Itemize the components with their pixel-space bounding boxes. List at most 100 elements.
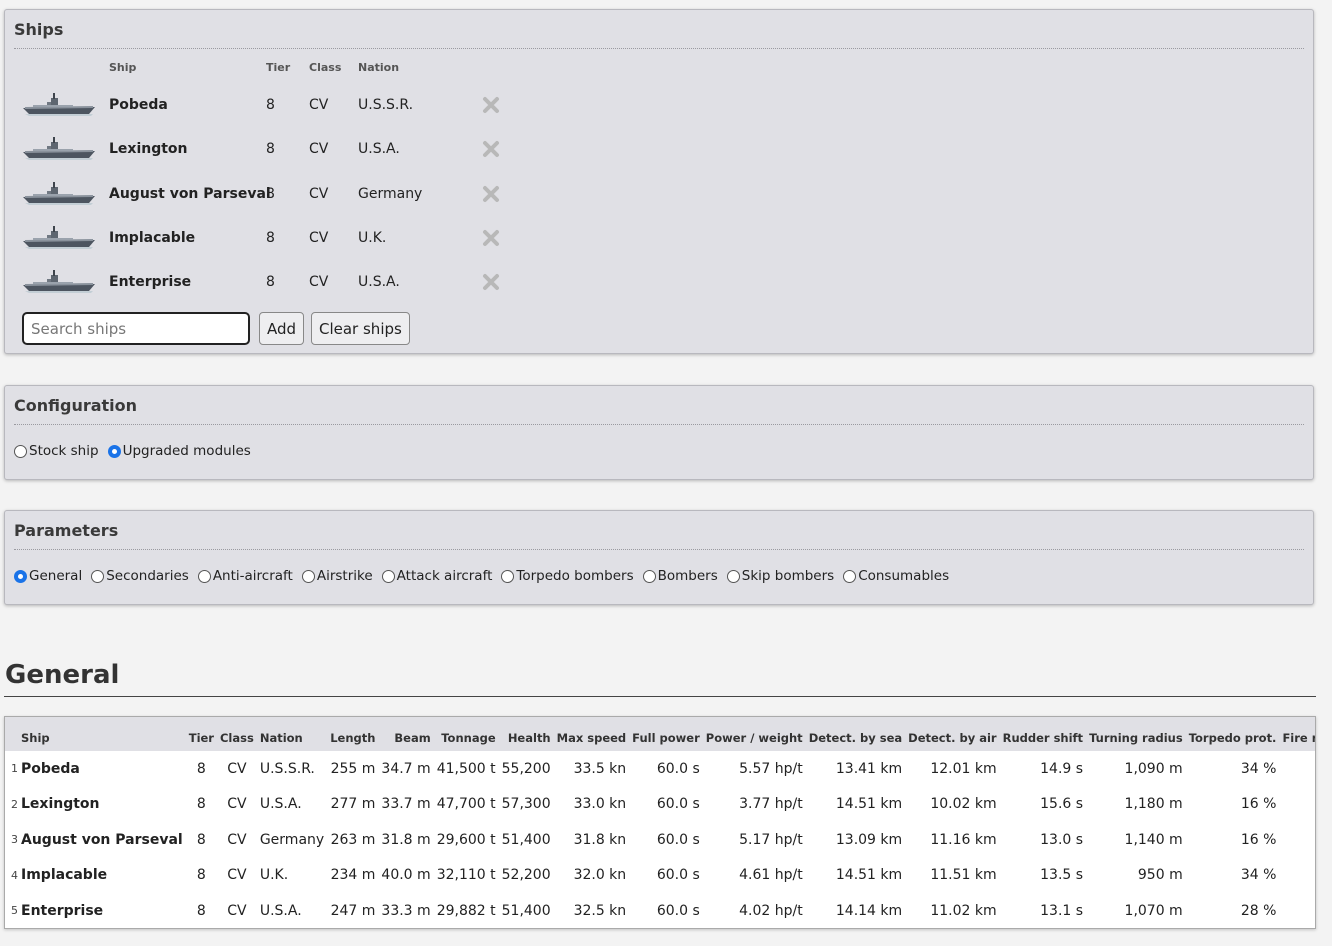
table-cell: 13.09 km [835,831,903,848]
radio-button[interactable] [91,569,105,583]
column-header-max-speed[interactable]: Max speed [554,717,630,751]
radio-label: Skip bombers [741,568,835,584]
radio-label: Consumables [858,568,950,584]
table-cell: 20 % [1279,858,1315,894]
column-header-torpedo-prot[interactable]: Torpedo prot. [1186,717,1280,751]
table-row: 3 August von Parseval 8 CV Germany 263 m 31.8 … [5,822,1315,858]
param-option-secondaries[interactable]: Secondaries [91,568,189,584]
radio-label: Secondaries [106,568,189,584]
table-cell: 41,500 t [436,760,496,777]
table-cell: 10.02 km [930,796,997,813]
table-cell: U.S.A. [259,902,302,919]
ship-nation: U.S.A. [358,274,400,291]
column-header-full-power[interactable]: Full power [629,717,703,751]
remove-ship-button[interactable] [481,228,501,248]
radio-button[interactable] [107,444,121,458]
ship-class: CV [309,141,329,158]
table-cell: 14.51 km [835,867,903,884]
radio-button[interactable] [197,569,211,583]
column-header-detect-by-sea[interactable]: Detect. by sea [806,717,905,751]
param-option-bombers[interactable]: Bombers [642,568,718,584]
column-header-nation[interactable]: Nation [257,717,327,751]
ship-tier: 8 [266,274,275,291]
table-cell: 8 [196,902,206,919]
param-option-consumables[interactable]: Consumables [843,568,949,584]
table-cell: U.S.S.R. [259,760,315,777]
header-nation: Nation [358,61,400,74]
radio-button[interactable] [843,569,857,583]
table-row: 1 Pobeda 8 CV U.S.S.R. 255 m 34.7 m 41,500 t 55,… [5,751,1315,787]
param-option-general[interactable]: General [14,568,82,584]
remove-ship-button[interactable] [481,272,501,292]
radio-button[interactable] [642,569,656,583]
table-cell: 1,070 m [1124,902,1183,919]
column-header-health[interactable]: Health [499,717,554,751]
parameters-panel-title: Parameters [14,521,119,540]
general-table-container: Ship Tier Class Nation Length Beam Tonnage Heal… [4,716,1316,929]
table-cell: CV [227,760,247,777]
table-cell: 13.1 s [1040,902,1084,919]
close-x-icon [481,141,501,163]
ship-tier: 8 [266,185,275,202]
parameters-panel: Parameters General Secondaries Anti-airc… [4,510,1314,605]
table-cell: Pobeda [21,760,80,777]
column-header-tonnage[interactable]: Tonnage [434,717,499,751]
clear-ships-button[interactable]: Clear ships [311,312,410,345]
table-cell: 1,140 m [1124,831,1183,848]
config-option-upgraded-modules[interactable]: Upgraded modules [107,443,251,459]
table-cell: 29,882 t [436,902,496,919]
search-ships-input[interactable] [22,312,250,345]
radio-label: General [29,568,83,584]
radio-button[interactable] [381,569,395,583]
column-header-detect-by-air[interactable]: Detect. by air [905,717,999,751]
param-option-skip-bombers[interactable]: Skip bombers [726,568,835,584]
table-row: 5 Enterprise 8 CV U.S.A. 247 m 33.3 m 29,882 t 5… [5,893,1315,928]
close-x-icon [481,185,501,208]
param-option-anti-aircraft[interactable]: Anti-aircraft [197,568,293,584]
radio-button[interactable] [301,569,315,583]
table-cell: CV [227,831,247,848]
remove-ship-button[interactable] [481,95,501,115]
column-header-tier[interactable]: Tier [186,717,217,751]
ship-image [21,89,97,119]
radio-button[interactable] [14,569,27,583]
column-header-ship[interactable]: Ship [18,717,186,751]
radio-button[interactable] [726,569,740,583]
column-header-turning-radius[interactable]: Turning radius [1086,717,1186,751]
param-option-airstrike[interactable]: Airstrike [301,568,373,584]
remove-ship-button[interactable] [481,139,501,159]
table-cell: 34 % [1240,760,1277,777]
column-header-fire-resist[interactable]: Fire resist. [1279,717,1315,751]
table-cell: 8 [196,760,206,777]
table-cell: 8 [196,867,206,884]
param-option-torpedo-bombers[interactable]: Torpedo bombers [501,568,634,584]
config-option-stock-ship[interactable]: Stock ship [14,443,99,459]
column-header-length[interactable]: Length [327,717,378,751]
param-option-attack-aircraft[interactable]: Attack aircraft [381,568,492,584]
table-cell: 34 % [1240,867,1277,884]
radio-button[interactable] [14,444,27,458]
column-header-class[interactable]: Class [217,717,257,751]
column-header-rudder-shift[interactable]: Rudder shift [1000,717,1086,751]
column-header-beam[interactable]: Beam [378,717,433,751]
table-cell: 20 % [1279,893,1315,928]
table-cell: 5.17 hp/t [739,831,803,848]
column-header-power-weight[interactable]: Power / weight [703,717,806,751]
table-cell: 20 % [1279,787,1315,823]
table-cell: 40.0 m [381,867,431,884]
row-index: 5 [11,904,18,918]
table-cell: 277 m [330,796,376,813]
table-cell: 60.0 s [656,902,700,919]
table-row: 2 Lexington 8 CV U.S.A. 277 m 33.7 m 47,700 t 57… [5,787,1315,823]
table-cell: 8 [196,831,206,848]
add-button[interactable]: Add [259,312,305,345]
ship-class: CV [309,274,329,291]
ship-image [21,222,97,252]
radio-button[interactable] [501,569,515,583]
remove-ship-button[interactable] [481,184,501,204]
ship-row: Lexington 8 CV U.S.A. [5,127,525,171]
divider [14,424,1304,425]
table-cell: 33.7 m [381,796,431,813]
close-x-icon [481,229,501,252]
ship-class: CV [309,185,329,202]
